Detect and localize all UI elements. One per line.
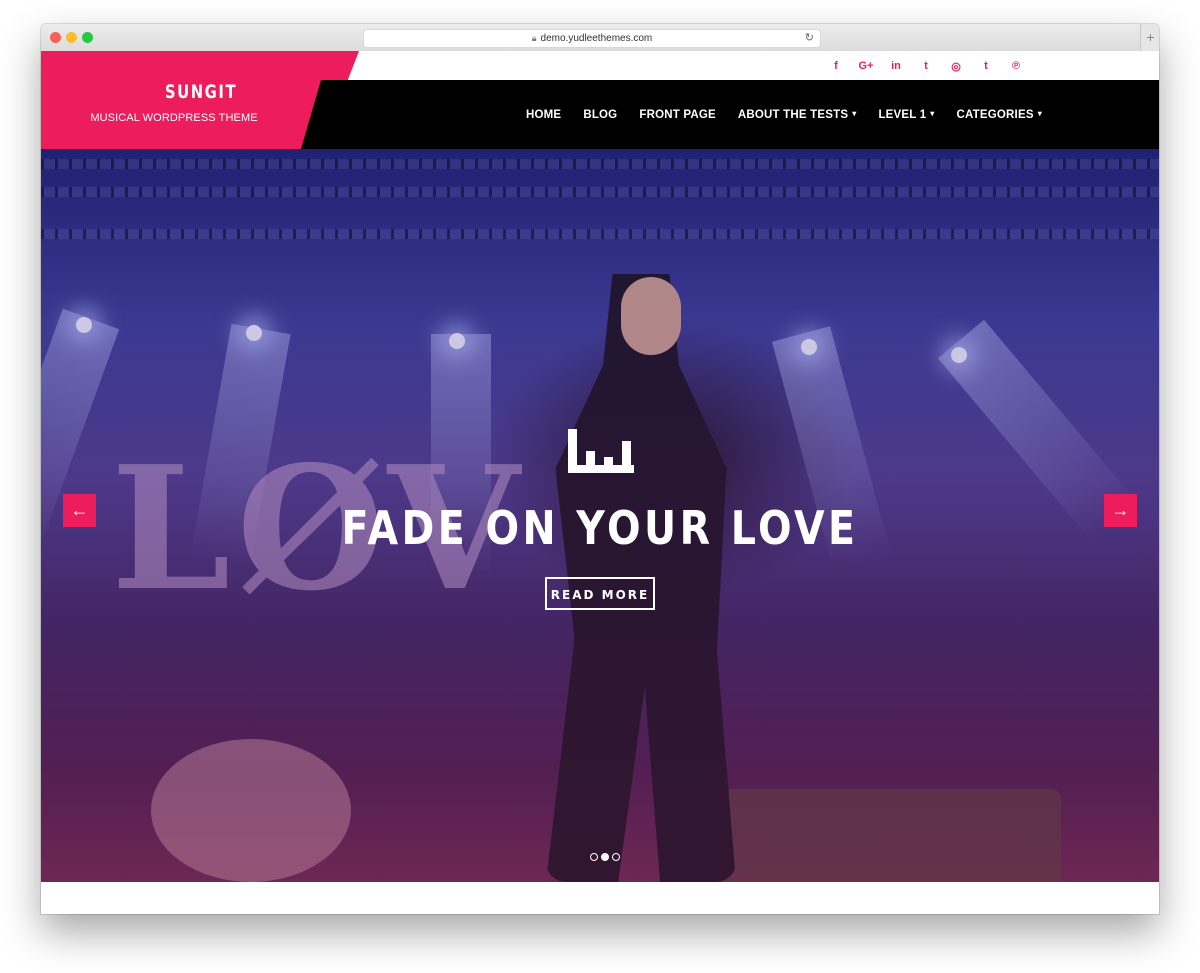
tumblr-icon[interactable]: t xyxy=(978,60,994,72)
reload-icon[interactable]: ↻ xyxy=(805,30,814,47)
nav-menu: HOME BLOG FRONT PAGE ABOUT THE TESTS ▾ LE… xyxy=(515,80,1053,149)
previous-slide-button[interactable]: ← xyxy=(63,494,96,527)
twitter-icon[interactable]: t xyxy=(918,60,934,72)
new-tab-button[interactable]: + xyxy=(1140,24,1159,51)
chevron-down-icon: ▾ xyxy=(930,108,935,118)
hero-slider: LØV FADE ON YOUR LOVE READ MORE ← → xyxy=(41,149,1159,882)
close-window-button[interactable] xyxy=(50,32,61,43)
slide-dot[interactable] xyxy=(590,853,598,861)
nav-item-about-the-tests[interactable]: ABOUT THE TESTS ▾ xyxy=(727,109,868,121)
nav-item-categories[interactable]: CATEGORIES ▾ xyxy=(946,109,1053,121)
site-title[interactable]: SUNGIT xyxy=(76,81,326,103)
address-bar[interactable]: 🔒︎ demo.yudleethemes.com ↻ xyxy=(363,29,821,48)
social-links: f G+ in t ◎ t ℗ xyxy=(828,58,1024,74)
main-navigation: HOME BLOG FRONT PAGE ABOUT THE TESTS ▾ LE… xyxy=(321,80,1159,149)
browser-titlebar: 🔒︎ demo.yudleethemes.com ↻ + xyxy=(41,24,1159,52)
slide-dot-active[interactable] xyxy=(601,853,609,861)
slide-dot[interactable] xyxy=(612,853,620,861)
slide-title: FADE ON YOUR LOVE xyxy=(341,501,859,555)
nav-item-home[interactable]: HOME xyxy=(515,109,572,121)
equalizer-icon xyxy=(568,429,634,473)
chevron-down-icon: ▾ xyxy=(1037,108,1042,118)
slider-pagination xyxy=(590,853,620,861)
maximize-window-button[interactable] xyxy=(82,32,93,43)
lock-icon: 🔒︎ xyxy=(531,33,537,43)
facebook-icon[interactable]: f xyxy=(828,60,844,72)
pinterest-icon[interactable]: ℗ xyxy=(1008,60,1024,72)
google-plus-icon[interactable]: G+ xyxy=(858,60,874,72)
url-text: demo.yudleethemes.com xyxy=(540,33,653,44)
site-header: SUNGIT MUSICAL WORDPRESS THEME f G+ in t… xyxy=(41,51,1159,149)
next-slide-button[interactable]: → xyxy=(1104,494,1137,527)
chevron-down-icon: ▾ xyxy=(852,108,857,118)
site-tagline: MUSICAL WORDPRESS THEME xyxy=(90,112,258,124)
instagram-icon[interactable]: ◎ xyxy=(948,60,964,73)
minimize-window-button[interactable] xyxy=(66,32,77,43)
linkedin-icon[interactable]: in xyxy=(888,60,904,72)
read-more-button[interactable]: READ MORE xyxy=(545,577,655,610)
browser-window: 🔒︎ demo.yudleethemes.com ↻ + SUNGIT MUSIC… xyxy=(41,24,1159,914)
nav-item-front-page[interactable]: FRONT PAGE xyxy=(628,109,727,121)
nav-item-level-1[interactable]: LEVEL 1 ▾ xyxy=(867,109,945,121)
nav-item-blog[interactable]: BLOG xyxy=(572,109,628,121)
